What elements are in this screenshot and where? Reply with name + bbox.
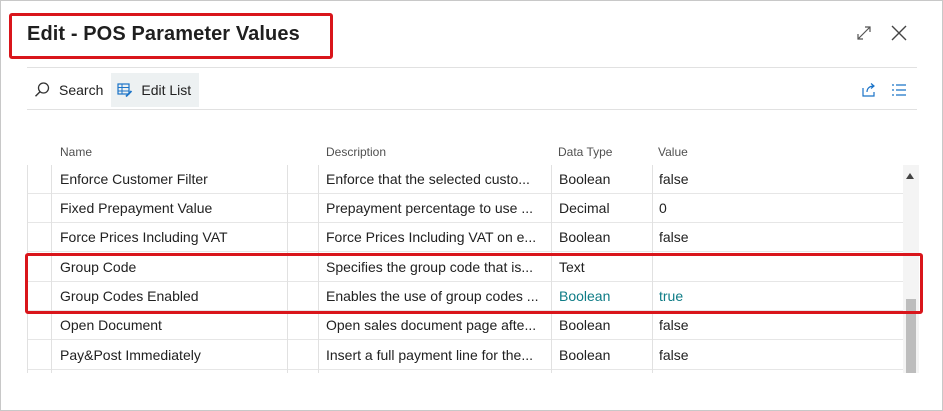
cell-value: false (659, 317, 689, 333)
cell-name: Force Prices Including VAT (60, 229, 228, 245)
scrollbar-thumb[interactable] (906, 299, 916, 373)
table-row[interactable]: Group Codes Enabled Enables the use of g… (27, 282, 903, 311)
column-divider (551, 165, 552, 373)
cell-name: Pay&Post Immediately (60, 347, 201, 363)
column-divider (652, 165, 653, 373)
cell-description: Open sales document page afte... (326, 317, 537, 333)
share-button[interactable] (858, 79, 880, 101)
cell-description: Force Prices Including VAT on e... (326, 229, 537, 245)
cell-value[interactable]: true (659, 282, 859, 310)
column-divider (287, 165, 288, 373)
expand-icon (857, 26, 871, 40)
cell-value: false (659, 229, 689, 245)
title-separator (27, 67, 917, 68)
cell-name: Enforce Customer Filter (60, 171, 208, 187)
edit-list-label: Edit List (141, 82, 192, 98)
search-icon (35, 82, 50, 97)
table-row[interactable]: Fixed Prepayment Value Prepayment percen… (27, 194, 903, 223)
cell-description: Enables the use of group codes ... (326, 288, 539, 304)
cell-value: false (659, 347, 689, 363)
list-view-icon (892, 84, 906, 96)
list-view-button[interactable] (888, 79, 910, 101)
table-row[interactable]: Group Code Specifies the group code that… (27, 253, 903, 282)
cell-value[interactable] (659, 253, 859, 281)
toolbar-separator (27, 109, 917, 110)
vertical-scrollbar[interactable] (903, 165, 919, 373)
cell-data-type: Boolean (559, 229, 611, 245)
column-header-name[interactable]: Name (60, 139, 92, 165)
expand-button[interactable] (850, 19, 878, 47)
cell-name: Group Codes Enabled (60, 288, 199, 304)
cell-value: 0 (659, 200, 667, 216)
column-header-value[interactable]: Value (658, 139, 688, 165)
cell-description: Prepayment percentage to use ... (326, 200, 534, 216)
edit-list-icon (117, 83, 133, 98)
cell-data-type: Boolean (559, 317, 611, 333)
column-header-description[interactable]: Description (326, 139, 386, 165)
table-row[interactable]: Force Prices Including VAT Force Prices … (27, 223, 903, 252)
page-title: Edit - POS Parameter Values (27, 23, 300, 45)
column-divider (318, 165, 319, 373)
edit-list-button[interactable]: Edit List (111, 73, 200, 107)
cell-name: Group Code (60, 259, 137, 275)
cell-data-type: Boolean (559, 347, 611, 363)
column-divider (27, 165, 28, 373)
cell-description: Specifies the group code that is... (326, 259, 534, 275)
table-body: Enforce Customer Filter Enforce that the… (27, 165, 903, 373)
cell-data-type[interactable]: Boolean (559, 282, 651, 310)
column-header-data-type[interactable]: Data Type (558, 139, 612, 165)
search-button[interactable]: Search (27, 73, 111, 107)
cell-description: Enforce that the selected custo... (326, 171, 530, 187)
close-button[interactable] (885, 19, 913, 47)
cell-data-type: Text (559, 259, 585, 275)
cell-value: false (659, 171, 689, 187)
search-label: Search (59, 82, 104, 98)
action-toolbar: Search Edit List (27, 73, 200, 107)
dialog-window: Edit - POS Parameter Values Search Edit … (0, 0, 943, 411)
close-icon (891, 25, 907, 41)
table-row[interactable]: Enforce Customer Filter Enforce that the… (27, 165, 903, 194)
cell-name: Open Document (60, 317, 162, 333)
share-icon (862, 83, 875, 97)
cell-data-type: Boolean (559, 171, 611, 187)
column-divider (51, 165, 52, 373)
table-row[interactable]: Open Document Open sales document page a… (27, 311, 903, 340)
cell-description: Insert a full payment line for the... (326, 347, 533, 363)
cell-data-type: Decimal (559, 200, 610, 216)
scroll-up-arrow-icon[interactable] (906, 173, 914, 179)
cell-name: Fixed Prepayment Value (60, 200, 213, 216)
table-row[interactable]: Pay&Post Immediately Insert a full payme… (27, 341, 903, 370)
